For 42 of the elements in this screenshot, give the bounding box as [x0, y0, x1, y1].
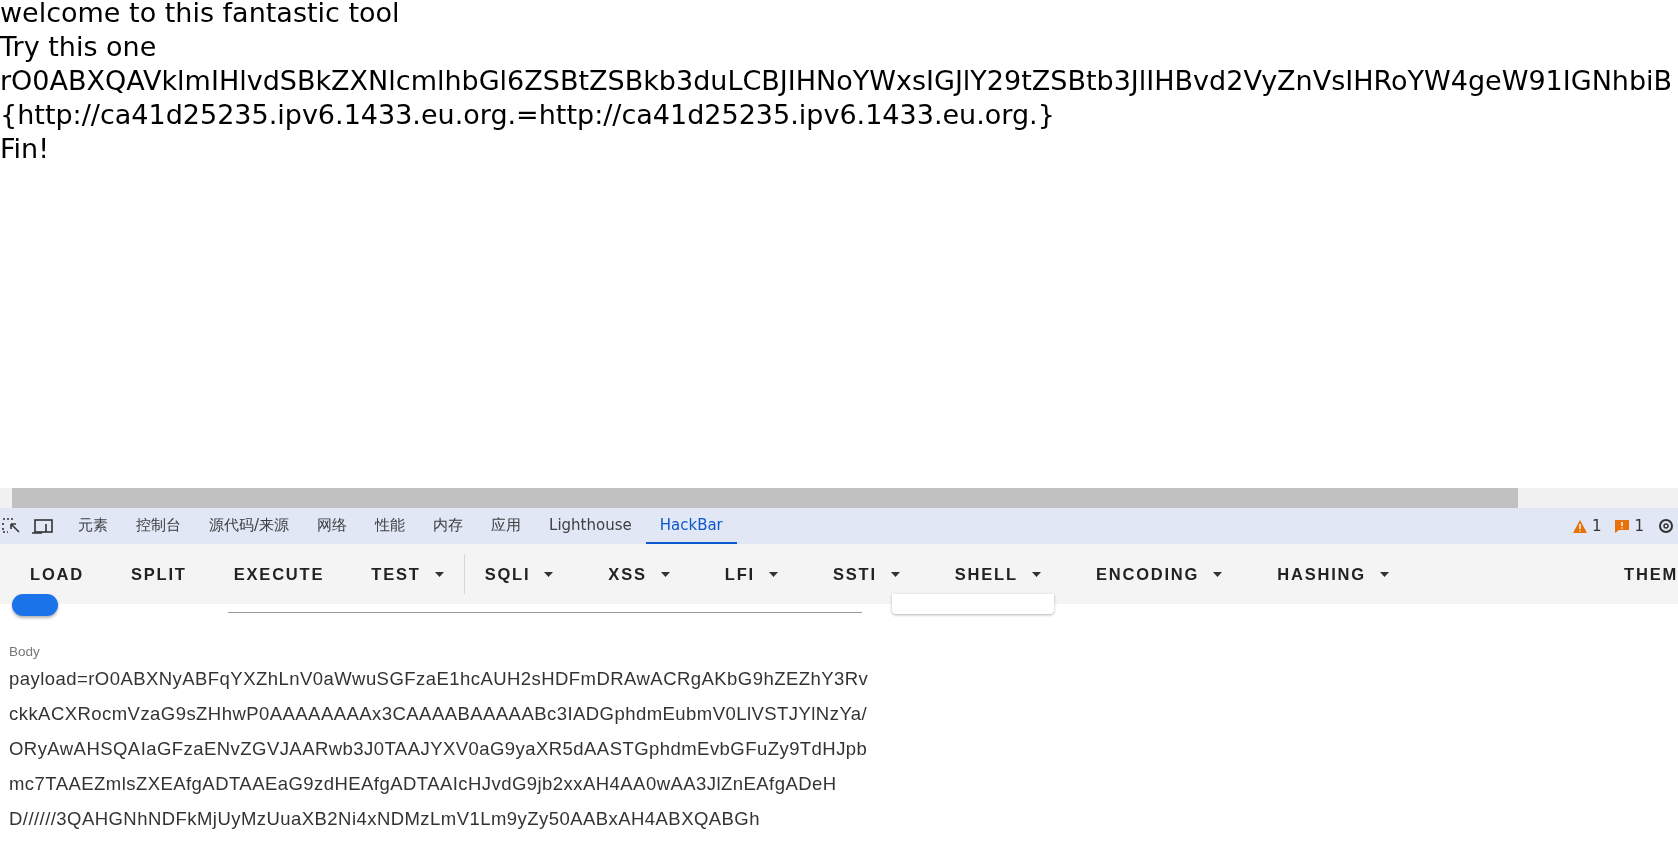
- devtools-tool-icons[interactable]: [2, 516, 54, 536]
- issue-icon: [1615, 519, 1630, 533]
- caret-icon: [1031, 571, 1041, 577]
- caret-icon: [434, 571, 444, 577]
- caret-icon: [890, 571, 900, 577]
- hackbar-button[interactable]: HASHING: [1259, 556, 1408, 592]
- caret-icon: [544, 571, 554, 577]
- caret-icon: [1379, 571, 1389, 577]
- devtools-tab[interactable]: Lighthouse: [535, 508, 646, 544]
- body-field[interactable]: payload=rO0ABXNyABFqYXZhLnV0aWwuSGFzaE1hcAUH2sHDFmDRAwACRgAKbG9hZEZhY3RvckkACXRocmVzaG9sZHhwP0AAAAAAAAx3CAAAABAAAAABc3IADGphdmEubmV0LlVSTJYlNzYa/ORyAwAHSQAIaGFzaENvZGVJAARwb3J0TAAJYXV0aG9yaXR5dAASTGphdmEvbGFuZy9TdHJpbmc7TAAEZmlsZXEAfgADTAAEaG9zdHEAfgADTAAIcHJvdG9jb2xxAH4AA0wAA3JlZnEAfgADeHD//////3QAHGNhNDFkMjUyMzUuaXB2Ni4xNDMzLmV1Lm9yZy50AABxAH4ABXQABGh: [9, 661, 869, 836]
- post-toggle[interactable]: [12, 594, 58, 616]
- warning-icon: [1572, 519, 1587, 533]
- page-text: {http://ca41d25235.ipv6.1433.eu.org.=http://ca41d25235.ipv6.1433.eu.org.}: [0, 98, 1055, 132]
- devtools-tab[interactable]: 内存: [419, 508, 478, 544]
- page-text: rO0ABXQAVklmIHlvdSBkZXNlcmlhbGl6ZSBtZSBkb3duLCBJIHNoYWxsIGJlY29tZSBtb3JlIHBvd2VyZnVsIHRoYW4geW91IGNhbiB: [0, 64, 1673, 98]
- devtools-tab[interactable]: 元素: [64, 508, 122, 544]
- theme-button[interactable]: THEM: [1624, 556, 1678, 592]
- horizontal-scrollbar[interactable]: [0, 488, 1678, 508]
- hackbar-button[interactable]: ENCODING: [1077, 556, 1242, 592]
- body-label: Body: [9, 644, 40, 659]
- hackbar-button[interactable]: SQLI: [466, 556, 573, 592]
- warning-count: 1: [1591, 517, 1602, 535]
- hackbar-button[interactable]: LFI: [706, 556, 797, 592]
- devtools-tab[interactable]: 网络: [303, 508, 362, 544]
- devtools-tab[interactable]: 性能: [361, 508, 420, 544]
- caret-icon: [660, 571, 670, 577]
- hackbar-button[interactable]: SPLIT: [112, 556, 206, 592]
- page-text: Fin!: [0, 132, 49, 166]
- hackbar-button[interactable]: TEST: [353, 554, 465, 594]
- devtools-tab[interactable]: 控制台: [122, 508, 195, 544]
- issue-count: 1: [1634, 517, 1644, 535]
- devtools-tab[interactable]: 应用: [477, 508, 536, 544]
- page-text: Try this one: [0, 30, 157, 64]
- hackbar-button[interactable]: XSS: [590, 556, 689, 592]
- hackbar-button[interactable]: LOAD: [12, 556, 103, 592]
- devtools-tab[interactable]: 源代码/来源: [195, 508, 304, 544]
- page-text: welcome to this fantastic tool: [0, 0, 400, 30]
- hackbar-button[interactable]: SHELL: [936, 556, 1060, 592]
- caret-icon: [768, 571, 778, 577]
- hackbar-button[interactable]: EXECUTE: [215, 556, 344, 592]
- caret-icon: [1213, 571, 1223, 577]
- hackbar-button[interactable]: SSTI: [814, 556, 919, 592]
